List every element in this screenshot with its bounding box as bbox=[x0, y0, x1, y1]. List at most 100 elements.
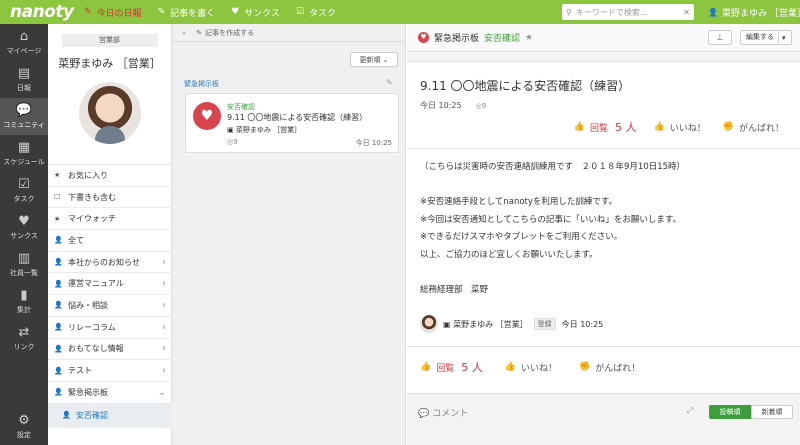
edit-category-icon[interactable]: ✎ bbox=[386, 78, 393, 87]
article-tag[interactable]: 安否確認 bbox=[484, 31, 520, 44]
sidebar-item-label: 本社からのお知らせ bbox=[68, 257, 140, 267]
nav-today-report[interactable]: ✎ 今日の日報 bbox=[84, 6, 142, 19]
leftnav-label: コミュニティ bbox=[3, 120, 45, 129]
divider bbox=[407, 346, 800, 347]
top-nav: ✎ 今日の日報 ✎ 記事を書く ♥ サンクス ☑ タスク bbox=[84, 6, 352, 19]
tab-newest[interactable]: 新着順 bbox=[751, 405, 793, 419]
answer-button[interactable]: 👍 回覧 5 人 bbox=[420, 359, 483, 375]
pencil-icon: ✎ bbox=[196, 28, 203, 37]
list-item[interactable]: ♥ 安否確認 9.11 〇〇地震による安否確認（練習） ▣ 菜野まゆみ ［営業］… bbox=[185, 93, 399, 153]
nav-task[interactable]: ☑ タスク bbox=[296, 6, 336, 19]
leftnav-label: サンクス bbox=[10, 231, 38, 240]
nav-thanks[interactable]: ♥ サンクス bbox=[231, 6, 280, 19]
leftnav-stats[interactable]: ▮ 集計 bbox=[0, 283, 48, 320]
sidebar-item-mywatch[interactable]: ★ マイウォッチ bbox=[48, 208, 172, 231]
article-signer: ▣ 菜野まゆみ ［営業］ 登録 今日 10:25 bbox=[420, 315, 603, 333]
answer-label: 回覧 bbox=[590, 123, 609, 134]
clear-icon[interactable]: ✕ bbox=[683, 8, 690, 17]
chevron-left-icon[interactable]: ‹ bbox=[162, 300, 166, 311]
sidebar-item-hq-news[interactable]: 👤 本社からのお知らせ ‹ bbox=[48, 252, 172, 274]
cheer-button[interactable]: ✊ がんばれ！ bbox=[723, 121, 784, 134]
group-icon: 👤 bbox=[54, 388, 63, 397]
create-article-link[interactable]: ✎ 記事を作成する bbox=[196, 28, 254, 38]
sidebar-item-test[interactable]: 👤 テスト ‹ bbox=[48, 360, 172, 382]
sidebar-item-hospitality[interactable]: 👤 おもてなし情報 ‹ bbox=[48, 339, 172, 361]
sidebar-item-emergency[interactable]: 👤 緊急掲示板 ⌄ bbox=[48, 382, 172, 404]
star-icon[interactable]: ★ bbox=[525, 33, 533, 43]
sort-select[interactable]: 更新順 ⌄ bbox=[350, 52, 398, 67]
create-article-label: 記事を作成する bbox=[205, 28, 255, 37]
leftnav-link[interactable]: ⇄ リンク bbox=[0, 320, 48, 357]
leftnav-settings[interactable]: ⚙ 設定 bbox=[0, 408, 48, 445]
leftnav-label: マイページ bbox=[6, 46, 42, 55]
leftnav-thanks[interactable]: ♥ サンクス bbox=[0, 209, 48, 246]
sidebar-item-drafts[interactable]: ☐ 下書きも含む bbox=[48, 187, 172, 209]
article-title: 9.11 〇〇地震による安否確認（練習） bbox=[420, 79, 631, 93]
heart-icon: ♥ bbox=[231, 7, 240, 17]
card-author: ▣ 菜野まゆみ ［営業］ bbox=[227, 126, 302, 134]
app-logo[interactable]: nanoty bbox=[0, 2, 74, 22]
divider bbox=[407, 148, 800, 149]
fist-icon: ✊ bbox=[578, 362, 591, 372]
group-icon: 👤 bbox=[54, 301, 63, 310]
cheer-button[interactable]: ✊ がんばれ！ bbox=[579, 361, 640, 374]
answer-button[interactable]: 👍 回覧 5 人 bbox=[574, 119, 637, 135]
group-icon: 👤 bbox=[54, 258, 63, 267]
chevron-down-icon[interactable]: ⌄ bbox=[158, 387, 166, 398]
leftnav-label: タスク bbox=[13, 194, 35, 203]
sidebar-item-label: マイウォッチ bbox=[68, 214, 116, 224]
sidebar-item-label: 運営マニュアル bbox=[68, 279, 124, 289]
chevron-left-icon[interactable]: ‹ bbox=[162, 278, 166, 289]
edit-button[interactable]: 編集する ▾ bbox=[740, 30, 792, 45]
search-placeholder: キーワードで検索... bbox=[575, 7, 648, 17]
leftnav-label: 設定 bbox=[17, 430, 31, 439]
like-label: いいね！ bbox=[669, 123, 706, 134]
leftnav-community[interactable]: 💬 コミュニティ bbox=[0, 98, 48, 135]
leftnav-mypage[interactable]: ⌂ マイページ bbox=[0, 24, 48, 61]
card-time: 今日 10:25 bbox=[355, 139, 392, 147]
chevron-left-icon[interactable]: ‹ bbox=[162, 257, 166, 268]
search-input[interactable]: ⚲ キーワードで検索... ✕ bbox=[562, 4, 694, 20]
answer-count: 5 人 bbox=[615, 121, 637, 134]
leftnav-task[interactable]: ☑ タスク bbox=[0, 172, 48, 209]
user-menu[interactable]: 👤 菜野まゆみ ［営業］ bbox=[708, 0, 800, 24]
sidebar-item-all[interactable]: 👤 全て bbox=[48, 230, 172, 252]
report-icon: ▤ bbox=[17, 65, 31, 81]
reaction-bar: 👍 回覧 5 人 👍 いいね！ ✊ がんばれ！ bbox=[557, 119, 784, 135]
sidebar-item-label: 全て bbox=[68, 235, 84, 245]
sidebar-item-relay-column[interactable]: 👤 リレーコラム ‹ bbox=[48, 317, 172, 339]
chevron-left-icon[interactable]: ‹ bbox=[162, 365, 166, 376]
sidebar-item-consult[interactable]: 👤 悩み・相談 ‹ bbox=[48, 295, 172, 317]
leftnav-label: 日報 bbox=[17, 83, 31, 92]
edit-label: 編集する bbox=[741, 31, 779, 44]
tab-posted-order[interactable]: 投稿順 bbox=[709, 405, 751, 419]
leftnav-report[interactable]: ▤ 日報 bbox=[0, 61, 48, 98]
sidebar-item-favorites[interactable]: ★ お気に入り bbox=[48, 165, 172, 187]
thumb-icon: 👍 bbox=[573, 122, 586, 132]
sidebar-item-safety-check[interactable]: 👤 安否確認 bbox=[48, 403, 172, 428]
answer-count: 5 人 bbox=[461, 361, 483, 374]
chevron-left-icon[interactable]: ‹ bbox=[162, 343, 166, 354]
nav-write-article[interactable]: ✎ 記事を書く bbox=[158, 6, 216, 19]
avatar[interactable] bbox=[420, 315, 438, 333]
star-icon: ★ bbox=[54, 171, 61, 180]
sidebar-item-label: 悩み・相談 bbox=[68, 300, 108, 310]
caret-down-icon[interactable]: ▾ bbox=[779, 34, 786, 42]
leftnav-schedule[interactable]: ▦ スケジュール bbox=[0, 135, 48, 172]
pin-button[interactable]: ⊥ bbox=[708, 30, 732, 45]
like-button[interactable]: 👍 いいね！ bbox=[654, 121, 706, 134]
sidebar-item-label: 安否確認 bbox=[76, 410, 108, 420]
sidebar-item-label: リレーコラム bbox=[68, 322, 116, 332]
like-button[interactable]: 👍 いいね！ bbox=[505, 361, 557, 374]
profile-name: 菜野まゆみ ［営業］ bbox=[58, 57, 161, 70]
expand-icon[interactable]: ⤢ bbox=[687, 406, 693, 416]
chevron-left-icon[interactable]: ‹ bbox=[162, 322, 166, 333]
sidebar-item-label: お気に入り bbox=[68, 170, 108, 180]
board-name[interactable]: 緊急掲示板 bbox=[434, 31, 479, 44]
collapse-icon[interactable]: « bbox=[182, 29, 186, 37]
sidebar-item-label: 下書きも含む bbox=[68, 192, 116, 202]
sidebar-item-manual[interactable]: 👤 運営マニュアル ‹ bbox=[48, 273, 172, 296]
leftnav-members[interactable]: ▥ 社員一覧 bbox=[0, 246, 48, 283]
avatar[interactable] bbox=[78, 82, 141, 144]
directory-icon: ▥ bbox=[17, 250, 31, 266]
